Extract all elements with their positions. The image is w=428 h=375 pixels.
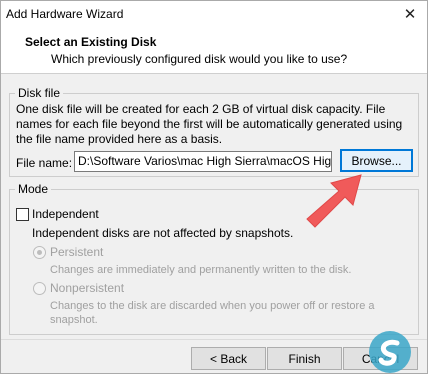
file-name-label: File name: [16,156,73,170]
wizard-header: Select an Existing Disk Which previously… [1,27,427,74]
annotation-arrow-shape [306,174,362,228]
title-bar: Add Hardware Wizard ✕ [1,1,427,27]
file-name-value: D:\Software Varios\mac High Sierra\macOS… [78,154,332,168]
page-subtitle: Which previously configured disk would y… [51,52,348,66]
wizard-window: Add Hardware Wizard ✕ Select an Existing… [0,0,428,374]
footer-divider [1,339,427,340]
disk-file-legend: Disk file [15,86,64,100]
mode-legend: Mode [15,182,52,196]
independent-description: Independent disks are not affected by sn… [32,226,294,240]
persistent-label[interactable]: Persistent [50,245,103,259]
independent-label[interactable]: Independent [32,207,99,221]
disk-file-description: One disk file will be created for each 2… [16,102,403,146]
site-logo-circle [369,331,411,373]
nonpersistent-description-line1: Changes to the disk are discarded when y… [50,300,375,312]
finish-button[interactable]: Finish [267,347,342,370]
back-button[interactable]: < Back [191,347,266,370]
page-title: Select an Existing Disk [25,35,157,49]
window-title: Add Hardware Wizard [6,7,124,21]
nonpersistent-description-line2: snapshot. [50,314,98,326]
nonpersistent-label[interactable]: Nonpersistent [50,281,124,295]
independent-checkbox[interactable] [16,208,29,221]
file-name-input[interactable]: D:\Software Varios\mac High Sierra\macOS… [74,151,332,172]
persistent-radio[interactable] [33,246,46,259]
site-logo-icon [369,331,411,373]
close-icon: ✕ [403,6,417,23]
close-button[interactable]: ✕ [393,1,427,27]
disk-file-group: Disk file One disk file will be created … [9,86,419,177]
nonpersistent-radio[interactable] [33,282,46,295]
persistent-description: Changes are immediately and permanently … [50,264,352,276]
annotation-arrow-icon [306,174,362,228]
persistent-radio-dot [37,250,42,255]
